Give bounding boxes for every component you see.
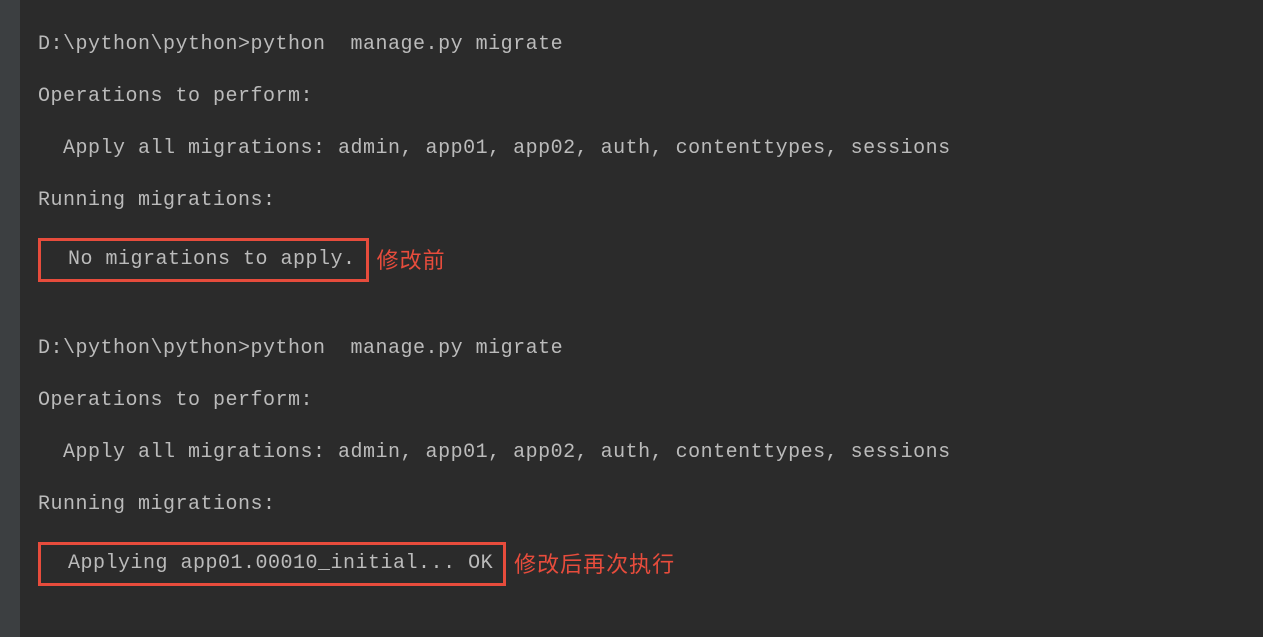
command-line: D:\python\python>python manage.py migrat… <box>38 334 1253 364</box>
apply-migrations-line: Apply all migrations: admin, app01, app0… <box>38 134 1253 164</box>
applying-migration-box: Applying app01.00010_initial... OK <box>38 542 506 586</box>
highlighted-result-before: No migrations to apply. 修改前 <box>38 238 1253 282</box>
highlighted-result-after: Applying app01.00010_initial... OK 修改后再次… <box>38 542 1253 586</box>
editor-gutter <box>0 0 20 637</box>
annotation-after: 修改后再次执行 <box>514 548 675 581</box>
spacer <box>38 304 1253 334</box>
annotation-before: 修改前 <box>377 244 446 277</box>
terminal-output: D:\python\python>python manage.py migrat… <box>20 0 1263 637</box>
apply-migrations-line: Apply all migrations: admin, app01, app0… <box>38 438 1253 468</box>
operations-header: Operations to perform: <box>38 386 1253 416</box>
running-migrations-header: Running migrations: <box>38 186 1253 216</box>
command-line: D:\python\python>python manage.py migrat… <box>38 30 1253 60</box>
no-migrations-box: No migrations to apply. <box>38 238 369 282</box>
operations-header: Operations to perform: <box>38 82 1253 112</box>
running-migrations-header: Running migrations: <box>38 490 1253 520</box>
